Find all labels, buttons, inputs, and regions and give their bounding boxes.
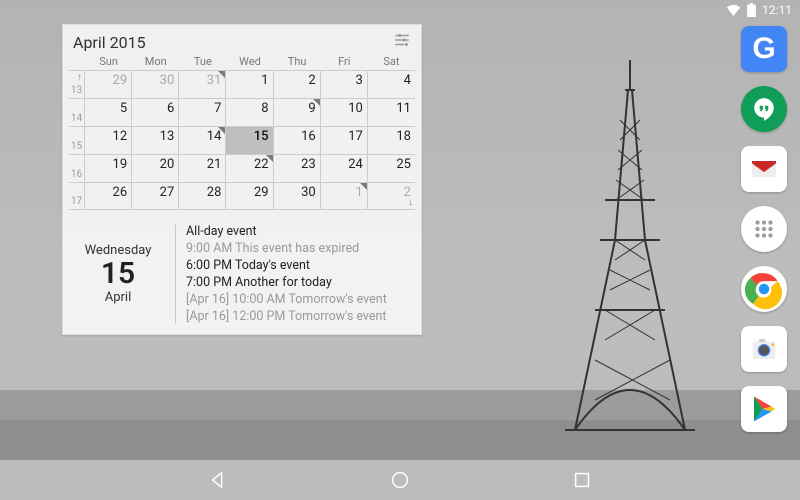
agenda-event[interactable]: All-day event — [186, 224, 387, 239]
day-cell[interactable]: 16 — [274, 126, 321, 154]
day-cell[interactable]: 14 — [179, 126, 226, 154]
day-cell[interactable]: 22 — [226, 154, 273, 182]
day-cell[interactable]: 5 — [85, 98, 132, 126]
event-marker-icon — [313, 99, 320, 106]
day-cell[interactable]: 28 — [179, 182, 226, 210]
week-number: 17 — [69, 182, 85, 210]
agenda-event[interactable]: [Apr 16] 10:00 AM Tomorrow's event — [186, 292, 387, 307]
day-cell[interactable]: 18 — [368, 126, 415, 154]
day-cell[interactable]: 2 — [274, 70, 321, 98]
day-cell[interactable]: 15 — [226, 126, 273, 154]
day-cell[interactable]: 6 — [132, 98, 179, 126]
day-cell[interactable]: 19 — [85, 154, 132, 182]
day-cell[interactable]: 29 — [226, 182, 273, 210]
calendar-title[interactable]: April 2015 — [73, 33, 146, 52]
calendar-grid: 13↑2930311234145678910111512131415161718… — [63, 70, 421, 216]
status-bar: 12:11 — [0, 0, 800, 20]
day-cell[interactable]: 2↓ — [368, 182, 415, 210]
event-marker-icon — [360, 183, 367, 190]
week-number: 13↑ — [69, 70, 85, 98]
google-search-icon[interactable]: G — [741, 26, 787, 72]
camera-icon[interactable] — [741, 326, 787, 372]
week-number: 16 — [69, 154, 85, 182]
week-number: 14 — [69, 98, 85, 126]
calendar-row: 14567891011 — [69, 98, 415, 126]
agenda-panel: Wednesday 15 April All-day event 9:00 AM … — [63, 216, 421, 334]
app-dock: G — [734, 26, 794, 432]
day-cell[interactable]: 20 — [132, 154, 179, 182]
day-cell[interactable]: 30 — [132, 70, 179, 98]
day-cell[interactable]: 11 — [368, 98, 415, 126]
agenda-event[interactable]: [Apr 16] 12:00 PM Tomorrow's event — [186, 309, 387, 324]
agenda-event[interactable]: 6:00 PM Today's event — [186, 258, 387, 273]
agenda-date: Wednesday 15 April — [71, 224, 165, 324]
day-cell[interactable]: 31 — [179, 70, 226, 98]
day-cell[interactable]: 9 — [274, 98, 321, 126]
calendar-row: 13↑2930311234 — [69, 70, 415, 98]
nav-bar — [0, 460, 800, 500]
dow-header: Sun Mon Tue Wed Thu Fri Sat — [63, 55, 421, 70]
agenda-event[interactable]: 9:00 AM This event has expired — [186, 241, 387, 256]
calendar-row: 1512131415161718 — [69, 126, 415, 154]
day-cell[interactable]: 4 — [368, 70, 415, 98]
wallpaper-eiffel — [555, 60, 705, 460]
gmail-icon[interactable] — [741, 146, 787, 192]
chrome-icon[interactable] — [741, 266, 787, 312]
day-cell[interactable]: 26 — [85, 182, 132, 210]
back-button[interactable] — [207, 469, 229, 491]
day-cell[interactable]: 23 — [274, 154, 321, 182]
day-cell[interactable]: 12 — [85, 126, 132, 154]
settings-icon[interactable] — [393, 31, 411, 53]
apps-drawer-icon[interactable] — [741, 206, 787, 252]
recents-button[interactable] — [571, 469, 593, 491]
day-cell[interactable]: 27 — [132, 182, 179, 210]
home-screen: 12:11 G April 2015 — [0, 0, 800, 500]
next-month-icon[interactable]: ↓ — [408, 197, 413, 208]
clock: 12:11 — [762, 3, 792, 17]
agenda-event[interactable]: 7:00 PM Another for today — [186, 275, 387, 290]
battery-icon — [747, 3, 756, 17]
agenda-events: All-day event 9:00 AM This event has expi… — [186, 224, 387, 324]
day-cell[interactable]: 1 — [321, 182, 368, 210]
day-cell[interactable]: 1 — [226, 70, 273, 98]
day-cell[interactable]: 10 — [321, 98, 368, 126]
day-cell[interactable]: 24 — [321, 154, 368, 182]
calendar-row: 1619202122232425 — [69, 154, 415, 182]
day-cell[interactable]: 30 — [274, 182, 321, 210]
day-cell[interactable]: 17 — [321, 126, 368, 154]
day-cell[interactable]: 8 — [226, 98, 273, 126]
event-marker-icon — [218, 71, 225, 78]
event-marker-icon — [218, 127, 225, 134]
event-marker-icon — [266, 155, 273, 162]
home-button[interactable] — [389, 469, 411, 491]
prev-month-icon[interactable]: ↑ — [77, 72, 82, 83]
day-cell[interactable]: 3 — [321, 70, 368, 98]
hangouts-icon[interactable] — [741, 86, 787, 132]
play-store-icon[interactable] — [741, 386, 787, 432]
week-number: 15 — [69, 126, 85, 154]
calendar-widget: April 2015 Sun Mon Tue Wed Thu Fri Sat 1… — [62, 24, 422, 335]
day-cell[interactable]: 29 — [85, 70, 132, 98]
day-cell[interactable]: 13 — [132, 126, 179, 154]
wifi-icon — [726, 4, 741, 16]
day-cell[interactable]: 21 — [179, 154, 226, 182]
day-cell[interactable]: 25 — [368, 154, 415, 182]
calendar-row: 17262728293012↓ — [69, 182, 415, 210]
day-cell[interactable]: 7 — [179, 98, 226, 126]
